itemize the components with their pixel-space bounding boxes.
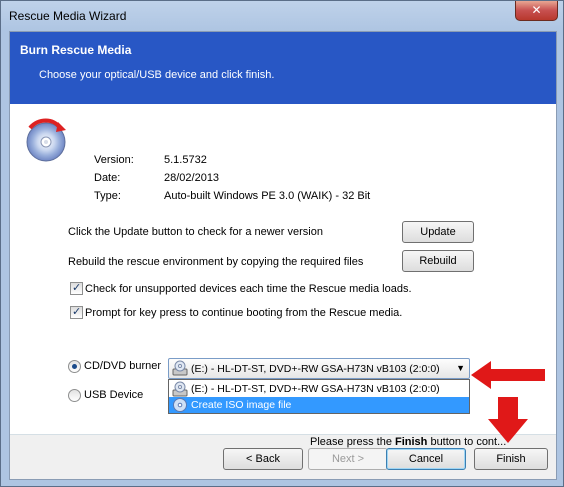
footer-separator	[10, 434, 556, 435]
title-bar: Rescue Media Wizard ✕	[1, 1, 563, 31]
wizard-client-area: Burn Rescue Media Choose your optical/US…	[9, 31, 557, 480]
back-button[interactable]: < Back	[223, 448, 303, 470]
info-value: 5.1.5732	[164, 154, 207, 166]
banner-title: Burn Rescue Media	[20, 43, 132, 57]
prompt-keypress-label: Prompt for key press to continue booting…	[85, 307, 403, 319]
cd-disc-icon	[26, 118, 66, 162]
info-label: Version:	[94, 154, 134, 166]
drive-icon	[172, 381, 188, 397]
wizard-window: Rescue Media Wizard ✕ Burn Rescue Media …	[0, 0, 564, 487]
update-description: Click the Update button to check for a n…	[68, 226, 323, 238]
check-unsupported-checkbox[interactable]	[70, 281, 83, 295]
device-select-value: (E:) - HL-DT-ST, DVD+-RW GSA-H73N vB103 …	[191, 363, 440, 375]
info-label: Date:	[94, 172, 121, 184]
hint-bold: Finish	[395, 436, 428, 448]
hint-prefix: Please press the	[310, 436, 395, 448]
check-unsupported-label: Check for unsupported devices each time …	[85, 283, 412, 295]
cd-dvd-radio[interactable]	[68, 360, 81, 373]
device-select[interactable]: (E:) - HL-DT-ST, DVD+-RW GSA-H73N vB103 …	[168, 358, 470, 379]
dropdown-option-iso[interactable]: Create ISO image file	[169, 397, 469, 413]
info-label: Type:	[94, 190, 121, 202]
dropdown-option-drive[interactable]: (E:) - HL-DT-ST, DVD+-RW GSA-H73N vB103 …	[169, 381, 469, 397]
close-button[interactable]: ✕	[515, 1, 558, 21]
chevron-down-icon: ▼	[456, 363, 465, 373]
finish-button[interactable]: Finish	[474, 448, 548, 470]
iso-icon	[173, 398, 187, 412]
cd-dvd-label: CD/DVD burner	[84, 360, 162, 372]
header-banner: Burn Rescue Media Choose your optical/US…	[10, 32, 556, 104]
finish-hint: Please press the Finish button to cont..…	[310, 436, 506, 448]
info-value: 28/02/2013	[164, 172, 220, 184]
dropdown-option-label: Create ISO image file	[191, 399, 292, 411]
next-button[interactable]: Next >	[308, 448, 388, 470]
dropdown-option-label: (E:) - HL-DT-ST, DVD+-RW GSA-H73N vB103 …	[191, 383, 440, 395]
usb-device-label: USB Device	[84, 389, 144, 401]
update-button[interactable]: Update	[402, 221, 474, 243]
window-title: Rescue Media Wizard	[9, 9, 127, 23]
device-dropdown-list: (E:) - HL-DT-ST, DVD+-RW GSA-H73N vB103 …	[168, 379, 470, 414]
prompt-keypress-checkbox[interactable]	[70, 305, 83, 319]
cancel-button[interactable]: Cancel	[386, 448, 466, 470]
rebuild-description: Rebuild the rescue environment by copyin…	[68, 256, 364, 268]
rebuild-button[interactable]: Rebuild	[402, 250, 474, 272]
red-arrow-icon	[471, 361, 545, 389]
banner-subtitle: Choose your optical/USB device and click…	[39, 69, 275, 81]
drive-icon	[172, 360, 188, 376]
usb-device-radio[interactable]	[68, 389, 81, 402]
red-arrow-icon	[488, 397, 528, 443]
info-value: Auto-built Windows PE 3.0 (WAIK) - 32 Bi…	[164, 190, 371, 202]
